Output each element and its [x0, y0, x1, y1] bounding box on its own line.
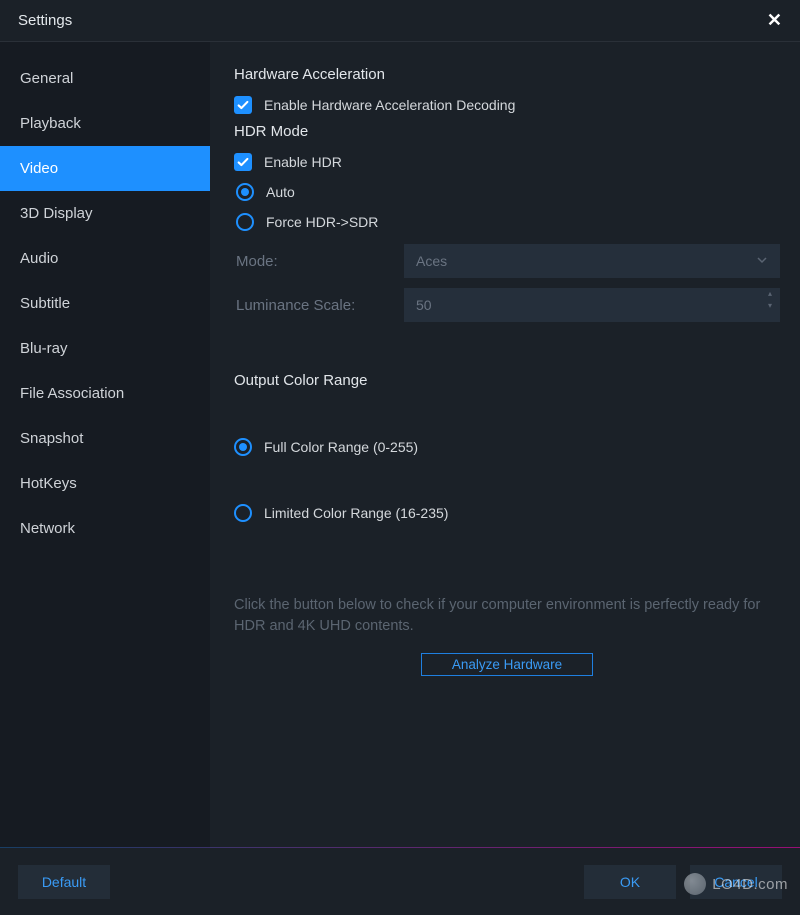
sidebar-item-label: Snapshot	[20, 430, 83, 447]
spinner-up-icon[interactable]: ▴	[768, 291, 774, 297]
label-hdr-auto: Auto	[266, 184, 295, 200]
label-luminance: Luminance Scale:	[234, 297, 404, 314]
analyze-hardware-button[interactable]: Analyze Hardware	[421, 653, 593, 676]
sidebar-item-network[interactable]: Network	[0, 506, 210, 551]
settings-content: Hardware Acceleration Enable Hardware Ac…	[210, 42, 800, 848]
sidebar-item-label: Network	[20, 520, 75, 537]
hdr-help-text: Click the button below to check if your …	[234, 595, 780, 637]
dialog-footer: Default OK Cancel	[0, 848, 800, 915]
label-hw-accel: Enable Hardware Acceleration Decoding	[264, 97, 515, 113]
sidebar-item-audio[interactable]: Audio	[0, 236, 210, 281]
check-icon	[236, 98, 250, 112]
section-hdr: HDR Mode	[234, 123, 780, 140]
sidebar-item-label: Playback	[20, 115, 81, 132]
label-limited-range: Limited Color Range (16-235)	[264, 505, 448, 521]
sidebar-item-subtitle[interactable]: Subtitle	[0, 281, 210, 326]
checkbox-hw-accel[interactable]	[234, 96, 252, 114]
sidebar-item-snapshot[interactable]: Snapshot	[0, 416, 210, 461]
ok-button[interactable]: OK	[584, 865, 676, 899]
label-mode: Mode:	[234, 253, 404, 270]
select-hdr-mode[interactable]: Aces	[404, 244, 780, 278]
chevron-down-icon	[756, 253, 768, 269]
sidebar-item-label: General	[20, 70, 73, 87]
sidebar-item-hotkeys[interactable]: HotKeys	[0, 461, 210, 506]
label-enable-hdr: Enable HDR	[264, 154, 342, 170]
titlebar: Settings ✕	[0, 0, 800, 42]
input-luminance-scale[interactable]: 50 ▴ ▾	[404, 288, 780, 322]
radio-limited-color-range[interactable]	[234, 504, 252, 522]
checkbox-enable-hdr[interactable]	[234, 153, 252, 171]
button-label: OK	[620, 874, 640, 890]
section-output-color-range: Output Color Range	[234, 372, 780, 389]
sidebar-item-file-association[interactable]: File Association	[0, 371, 210, 416]
sidebar-item-label: 3D Display	[20, 205, 93, 222]
button-label: Analyze Hardware	[452, 657, 562, 672]
check-icon	[236, 155, 250, 169]
spinner-down-icon[interactable]: ▾	[768, 303, 774, 309]
sidebar-item-general[interactable]: General	[0, 56, 210, 101]
cancel-button[interactable]: Cancel	[690, 865, 782, 899]
sidebar-item-label: Audio	[20, 250, 58, 267]
button-label: Default	[42, 874, 86, 890]
label-hdr-force: Force HDR->SDR	[266, 214, 378, 230]
spinner-value: 50	[416, 297, 432, 313]
default-button[interactable]: Default	[18, 865, 110, 899]
sidebar-item-3d-display[interactable]: 3D Display	[0, 191, 210, 236]
section-hw-accel: Hardware Acceleration	[234, 66, 780, 83]
settings-sidebar: General Playback Video 3D Display Audio …	[0, 42, 210, 848]
sidebar-item-label: HotKeys	[20, 475, 77, 492]
label-full-range: Full Color Range (0-255)	[264, 439, 418, 455]
window-title: Settings	[18, 12, 72, 29]
sidebar-item-label: Video	[20, 160, 58, 177]
sidebar-item-bluray[interactable]: Blu-ray	[0, 326, 210, 371]
select-value: Aces	[416, 253, 447, 269]
radio-hdr-auto[interactable]	[236, 183, 254, 201]
radio-full-color-range[interactable]	[234, 438, 252, 456]
close-icon[interactable]: ✕	[763, 8, 786, 33]
sidebar-item-label: Subtitle	[20, 295, 70, 312]
sidebar-item-playback[interactable]: Playback	[0, 101, 210, 146]
sidebar-item-label: File Association	[20, 385, 124, 402]
sidebar-item-label: Blu-ray	[20, 340, 68, 357]
sidebar-item-video[interactable]: Video	[0, 146, 210, 191]
button-label: Cancel	[714, 874, 758, 890]
radio-hdr-force-sdr[interactable]	[236, 213, 254, 231]
